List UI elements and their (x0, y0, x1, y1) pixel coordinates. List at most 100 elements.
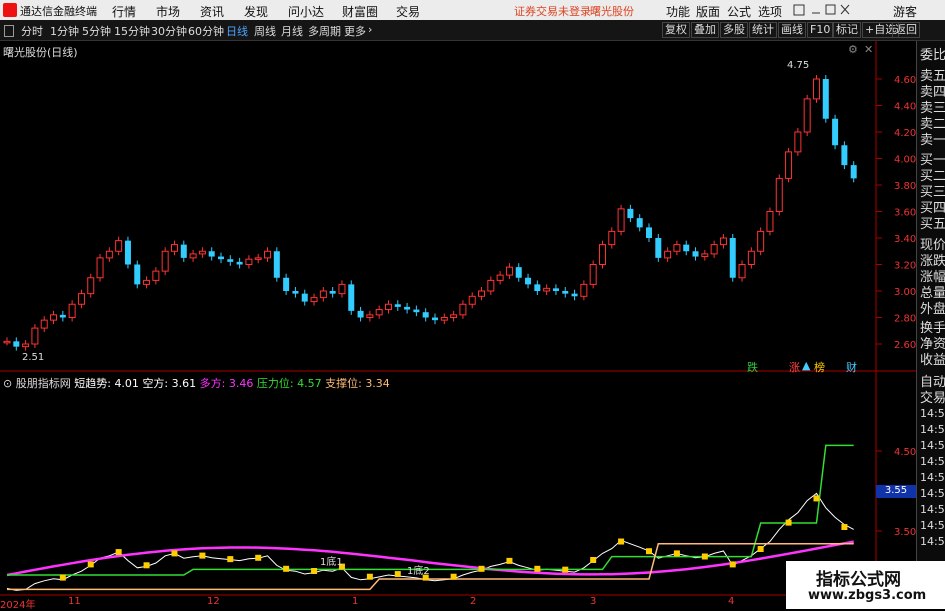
btn-f10[interactable]: F10 (807, 22, 834, 38)
btn-draw[interactable]: 画线 (778, 22, 806, 38)
period-weekly[interactable]: 周线 (254, 23, 276, 39)
menu-trade[interactable]: 交易 (396, 3, 420, 20)
candle-down (646, 227, 652, 238)
menu-news[interactable]: 资讯 (200, 3, 224, 20)
sub-chart-header: ⊙ 股朋指标网 短趋势: 4.01 空方: 3.61 多方: 3.46 压力位:… (3, 375, 390, 391)
panel-buy5[interactable]: 买五 (920, 213, 945, 232)
title-bar: 通达信金融终端 行情 市场 资讯 发现 问小达 财富圈 交易 证券交易未登录 曙… (0, 0, 945, 20)
indicator-lines (6, 444, 854, 591)
panel-time-2: 14:56 (920, 423, 945, 436)
period-1min[interactable]: 1分钟 (50, 23, 79, 39)
candle-down (283, 277, 290, 291)
menu-options[interactable]: 选项 (758, 3, 782, 20)
indicator-step-bar (450, 573, 457, 580)
period-30min[interactable]: 30分钟 (151, 23, 187, 39)
menu-formula[interactable]: 公式 (727, 3, 751, 20)
menu-quotes[interactable]: 行情 (112, 3, 136, 20)
watermark-url: www.zbgs3.com (808, 588, 927, 603)
quote-side-panel: 委比 卖五 卖四 卖三 卖二 卖一 买一 买二 买三 买四 买五 现价 涨跌 涨… (916, 41, 945, 609)
watermark-title: 指标公式网 (816, 570, 901, 590)
indicator-name[interactable]: 股朋指标网 (16, 377, 71, 390)
candle-up (701, 253, 709, 258)
period-15min[interactable]: 15分钟 (114, 23, 150, 39)
candle-up (747, 250, 755, 265)
collapse-icon[interactable]: ⊙ (3, 377, 12, 390)
panel-sell1[interactable]: 卖一 (920, 129, 945, 148)
candle-down (273, 251, 280, 278)
menu-wealth[interactable]: 财富圈 (342, 3, 378, 20)
candle-up (319, 290, 327, 299)
period-daily[interactable]: 日线 (226, 23, 248, 39)
support-label: 支撑位: (325, 377, 362, 390)
btn-stats[interactable]: 统计 (749, 22, 777, 38)
candle-up (450, 314, 458, 319)
period-multi[interactable]: 多周期 (308, 23, 341, 39)
menu-discover[interactable]: 发现 (244, 3, 268, 20)
settings-gear-icon[interactable]: ⚙ (848, 43, 858, 56)
btn-overlay[interactable]: 叠加 (691, 22, 719, 38)
candle-down (636, 218, 643, 228)
chart-area[interactable]: 4.60 4.40 4.20 4.00 3.80 3.60 3.40 3.20 3.00 2.80… (0, 41, 916, 609)
candle-up (3, 340, 11, 344)
btn-fuquan[interactable]: 复权 (662, 22, 690, 38)
marker-finance[interactable]: 财 (846, 359, 857, 375)
menu-layout[interactable]: 版面 (696, 3, 720, 20)
period-more[interactable]: 更多 (344, 23, 366, 39)
main-y-tick: 4.20 (894, 128, 916, 139)
menu-market[interactable]: 市场 (156, 3, 180, 20)
marker-fall[interactable]: 跌 (747, 359, 758, 375)
close-chart-icon[interactable]: ✕ (864, 43, 873, 56)
panel-time-6: 14:56 (920, 487, 945, 500)
pressure-label: 压力位: (256, 377, 294, 390)
period-monthly[interactable]: 月线 (281, 23, 303, 39)
candle-down (292, 291, 299, 294)
btn-back[interactable]: 返回 (892, 22, 920, 38)
panel-time-3: 14:56 (920, 439, 945, 452)
bear-label: 空方: (142, 377, 169, 390)
candle-up (617, 208, 625, 232)
main-y-tick: 4.60 (894, 75, 916, 86)
panel-time-8: 14:56 (920, 519, 945, 532)
btn-multistock[interactable]: 多股 (720, 22, 748, 38)
candle-up (543, 287, 551, 292)
indicator-step-bar (143, 562, 150, 569)
candle-down (59, 314, 66, 318)
panel-weibi[interactable]: 委比 (920, 44, 945, 63)
menu-function[interactable]: 功能 (666, 3, 690, 20)
panel-outer[interactable]: 外盘 (920, 298, 945, 317)
panel-time-5: 14:56 (920, 471, 945, 484)
panel-eps[interactable]: 收益 (920, 349, 945, 368)
candle-down (822, 79, 829, 119)
menu-ask[interactable]: 问小达 (288, 3, 324, 20)
app-title: 通达信金融终端 (20, 5, 97, 18)
period-60min[interactable]: 60分钟 (188, 23, 224, 39)
panel-trade[interactable]: 交易 (920, 387, 945, 406)
candle-down (208, 251, 215, 257)
login-status: 证券交易未登录 (514, 5, 591, 18)
btn-mark[interactable]: 标记 (833, 22, 861, 38)
candle-up (189, 253, 197, 259)
candle-down (348, 284, 355, 311)
candle-up (589, 264, 597, 285)
candle-up (580, 283, 588, 297)
indicator-step-bar (618, 538, 625, 545)
short-trend-line (6, 492, 854, 591)
candle-up (794, 131, 802, 153)
indicator-step-bar (366, 573, 373, 580)
more-arrow-icon[interactable]: › (368, 23, 372, 36)
candle-down (413, 309, 420, 313)
marker-rise[interactable]: 涨 (789, 359, 800, 375)
panel-toggle-icon[interactable] (4, 25, 14, 37)
period-tick[interactable]: 分时 (21, 23, 43, 39)
marker-rank[interactable]: 榜 (814, 359, 825, 375)
panel-time-4: 14:56 (920, 455, 945, 468)
candle-up (375, 309, 383, 316)
guest-button[interactable]: 游客 (893, 3, 917, 20)
candle-up (487, 279, 495, 292)
marker-up-arrow-icon[interactable]: ▲ (802, 359, 810, 372)
candle-down (534, 284, 541, 291)
candle-down (683, 244, 690, 252)
candle-up (115, 240, 123, 252)
main-y-tick: 3.00 (894, 287, 916, 298)
period-5min[interactable]: 5分钟 (82, 23, 111, 39)
